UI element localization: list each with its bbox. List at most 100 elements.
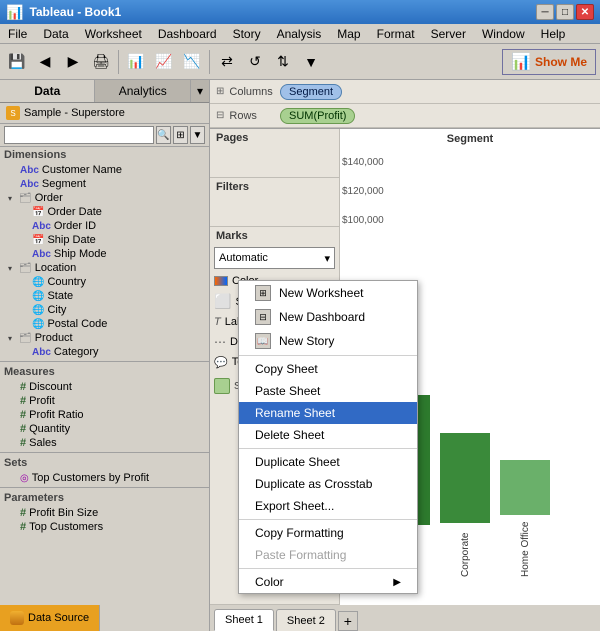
ctx-new-worksheet[interactable]: ⊞ New Worksheet	[239, 281, 417, 305]
measure-quantity[interactable]: # Quantity	[0, 422, 209, 436]
toolbar-sort[interactable]: ⇅	[270, 48, 296, 76]
ctx-rename-sheet[interactable]: Rename Sheet	[239, 402, 417, 424]
product-folder-icon: 🗂	[19, 333, 32, 344]
columns-pill[interactable]: Segment	[280, 84, 342, 100]
dim-order-date[interactable]: 📅 Order Date	[0, 205, 209, 219]
dim-customer-name[interactable]: Abc Customer Name	[0, 163, 209, 177]
measure-profit-ratio[interactable]: # Profit Ratio	[0, 408, 209, 422]
size-icon: ⬜	[214, 293, 231, 310]
toolbar-chart1[interactable]: 📊	[123, 48, 149, 76]
dim-product-group[interactable]: ▾ 🗂 Product	[0, 331, 209, 345]
menu-help[interactable]: Help	[533, 25, 574, 43]
search-button[interactable]: 🔍	[156, 126, 171, 144]
dim-location-group[interactable]: ▾ 🗂 Location	[0, 261, 209, 275]
toolbar-print[interactable]: 🖨	[88, 48, 114, 76]
menu-file[interactable]: File	[0, 25, 35, 43]
ctx-new-dashboard-label: New Dashboard	[279, 310, 365, 324]
detail-icon: ⋯	[214, 335, 226, 349]
ctx-copy-formatting[interactable]: Copy Formatting	[239, 522, 417, 544]
new-worksheet-icon: ⊞	[255, 285, 271, 301]
dim-postal-code[interactable]: 🌐 Postal Code	[0, 317, 209, 331]
datasource-tab[interactable]: Data Source	[0, 605, 100, 631]
dim-order-group[interactable]: ▾ 🗂 Order	[0, 191, 209, 205]
abc-icon: Abc	[20, 179, 39, 190]
globe-icon: 🌐	[32, 277, 44, 288]
sheet2-tab[interactable]: Sheet 2	[276, 609, 336, 631]
menu-format[interactable]: Format	[369, 25, 423, 43]
ctx-sep3	[239, 519, 417, 520]
menu-analysis[interactable]: Analysis	[269, 25, 330, 43]
ctx-duplicate-sheet-label: Duplicate Sheet	[255, 455, 340, 469]
ctx-paste-sheet[interactable]: Paste Sheet	[239, 380, 417, 402]
dim-city[interactable]: 🌐 City	[0, 303, 209, 317]
params-divider	[0, 487, 209, 488]
rows-pill[interactable]: SUM(Profit)	[280, 108, 355, 124]
ctx-new-story[interactable]: 📖 New Story	[239, 329, 417, 353]
hash-icon: #	[20, 395, 26, 407]
ctx-sep4	[239, 568, 417, 569]
expand-icon: ▾	[8, 264, 16, 273]
dim-country[interactable]: 🌐 Country	[0, 275, 209, 289]
toolbar-back[interactable]: ◀	[32, 48, 58, 76]
minimize-button[interactable]: ─	[536, 4, 554, 20]
folder-icon: 🗂	[19, 193, 32, 204]
toolbar-chart3[interactable]: 📉	[179, 48, 205, 76]
menu-map[interactable]: Map	[329, 25, 368, 43]
new-dashboard-icon: ⊟	[255, 309, 271, 325]
maximize-button[interactable]: □	[556, 4, 574, 20]
menu-window[interactable]: Window	[474, 25, 533, 43]
toolbar-chart2[interactable]: 📈	[151, 48, 177, 76]
ctx-new-dashboard[interactable]: ⊟ New Dashboard	[239, 305, 417, 329]
filter-button[interactable]: ▼	[190, 126, 205, 144]
sheet1-tab[interactable]: Sheet 1	[214, 609, 274, 631]
sort-button[interactable]: ⊞	[173, 126, 188, 144]
bar-corporate-rect	[440, 433, 490, 523]
marks-type-dropdown[interactable]: Automatic ▾	[214, 247, 335, 269]
window-title: Tableau - Book1	[29, 5, 121, 19]
tab-analytics[interactable]: Analytics	[95, 80, 190, 102]
toolbar-new[interactable]: 💾	[4, 48, 30, 76]
dim-ship-mode[interactable]: Abc Ship Mode	[0, 247, 209, 261]
color-icon	[214, 276, 228, 286]
filters-title: Filters	[210, 178, 339, 196]
dim-state[interactable]: 🌐 State	[0, 289, 209, 303]
show-me-button[interactable]: 📊 Show Me	[502, 49, 596, 75]
close-button[interactable]: ✕	[576, 4, 594, 20]
dim-ship-date[interactable]: 📅 Ship Date	[0, 233, 209, 247]
ctx-delete-sheet[interactable]: Delete Sheet	[239, 424, 417, 446]
measure-discount[interactable]: # Discount	[0, 380, 209, 394]
measure-sales[interactable]: # Sales	[0, 436, 209, 450]
left-bottom: Data Source	[0, 605, 210, 631]
pages-title: Pages	[210, 129, 339, 147]
ctx-color[interactable]: Color ▶	[239, 571, 417, 593]
tab-data[interactable]: Data	[0, 80, 95, 102]
bottom-bar: Data Source Sheet 1 Sheet 2 +	[0, 605, 600, 631]
hash-icon: #	[20, 381, 26, 393]
menu-server[interactable]: Server	[423, 25, 474, 43]
new-sheet-button[interactable]: +	[338, 611, 358, 631]
ctx-export-sheet[interactable]: Export Sheet...	[239, 495, 417, 517]
search-input[interactable]	[4, 126, 154, 144]
ctx-duplicate-crosstab[interactable]: Duplicate as Crosstab	[239, 473, 417, 495]
dim-category[interactable]: Abc Category	[0, 345, 209, 359]
ctx-rename-sheet-label: Rename Sheet	[255, 406, 335, 420]
toolbar-swap[interactable]: ⇄	[214, 48, 240, 76]
toolbar-refresh[interactable]: ↺	[242, 48, 268, 76]
param-top-customers[interactable]: # Top Customers	[0, 520, 209, 534]
ctx-copy-sheet[interactable]: Copy Sheet	[239, 358, 417, 380]
panel-tab-arrow[interactable]: ▾	[191, 80, 209, 102]
menu-worksheet[interactable]: Worksheet	[77, 25, 150, 43]
toolbar-forward[interactable]: ▶	[60, 48, 86, 76]
toolbar-filter[interactable]: ▼	[298, 48, 324, 76]
measure-profit[interactable]: # Profit	[0, 394, 209, 408]
set-top-customers[interactable]: ◎ Top Customers by Profit	[0, 471, 209, 485]
ctx-duplicate-sheet[interactable]: Duplicate Sheet	[239, 451, 417, 473]
abc-icon: Abc	[32, 249, 51, 260]
menu-data[interactable]: Data	[35, 25, 76, 43]
dim-order-id[interactable]: Abc Order ID	[0, 219, 209, 233]
param-profit-bin[interactable]: # Profit Bin Size	[0, 506, 209, 520]
menu-story[interactable]: Story	[225, 25, 269, 43]
ctx-new-worksheet-label: New Worksheet	[279, 286, 363, 300]
dim-segment[interactable]: Abc Segment	[0, 177, 209, 191]
menu-dashboard[interactable]: Dashboard	[150, 25, 225, 43]
